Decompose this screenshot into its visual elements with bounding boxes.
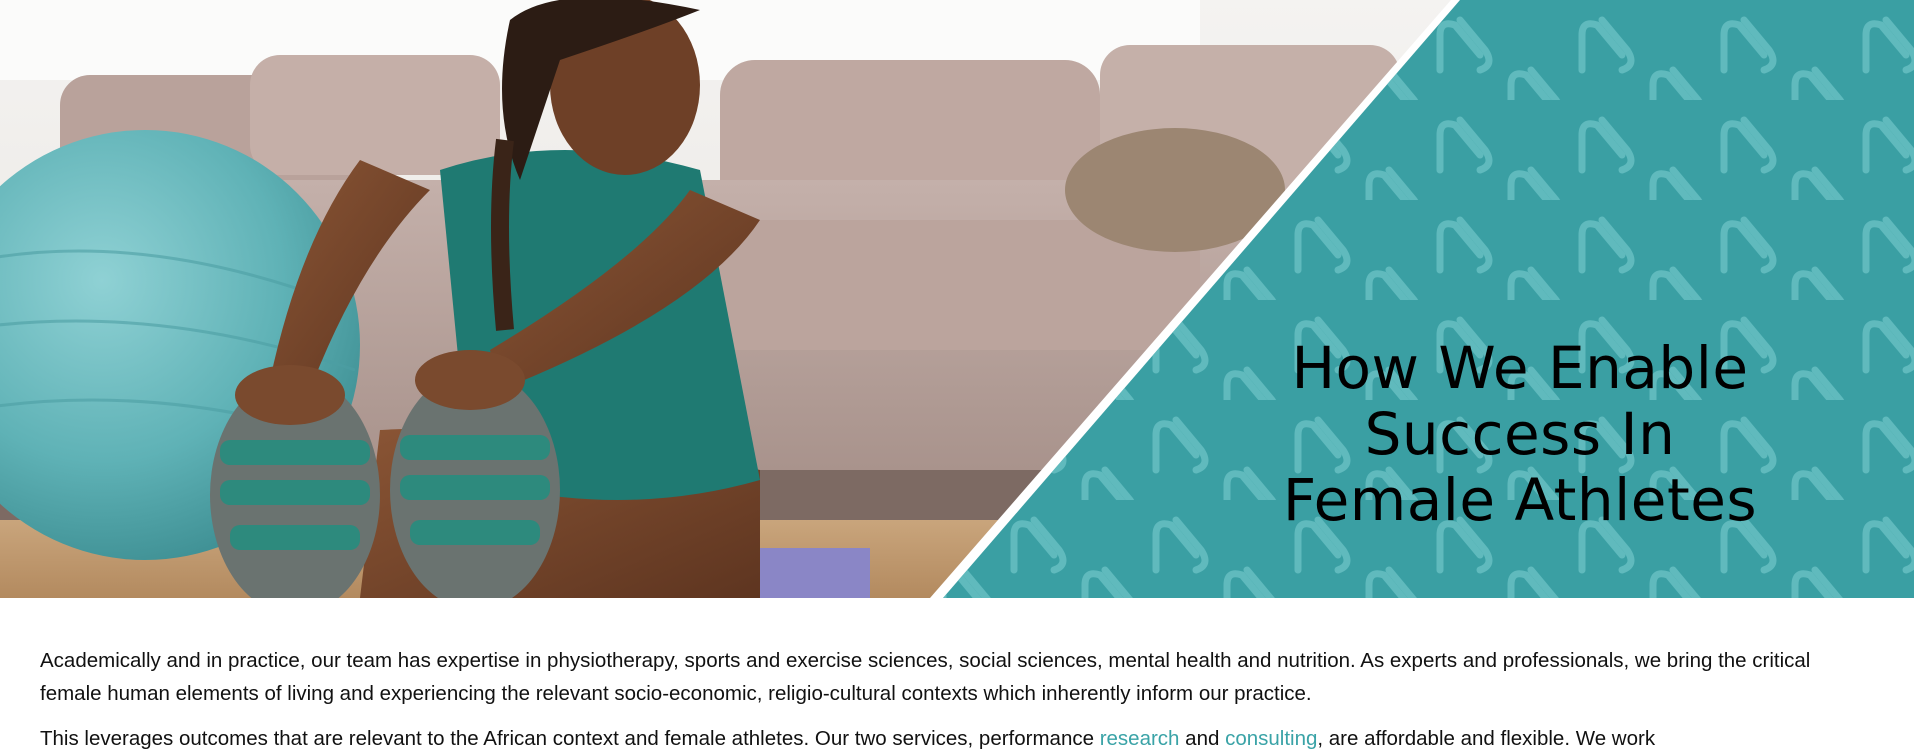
intro-content: Academically and in practice, our team h… (40, 644, 1840, 752)
consulting-link[interactable]: consulting (1225, 727, 1317, 750)
paragraph-2-text-mid: and (1179, 727, 1226, 750)
hero-title-line-1: How We Enable (1291, 334, 1749, 402)
hero-title: How We Enable Success In Female Athletes (1220, 335, 1820, 533)
hero-banner: How We Enable Success In Female Athletes (0, 0, 1914, 598)
paragraph-2-text-end: , are affordable and flexible. We work (1317, 727, 1656, 750)
page: How We Enable Success In Female Athletes… (0, 0, 1914, 752)
hero-title-line-3: Female Athletes (1282, 466, 1758, 534)
intro-paragraph-1: Academically and in practice, our team h… (40, 649, 1811, 705)
hero-title-line-2: Success In (1364, 400, 1676, 468)
intro-paragraph-2: This leverages outcomes that are relevan… (40, 722, 1840, 752)
paragraph-2-text-start: This leverages outcomes that are relevan… (40, 727, 1100, 750)
research-link[interactable]: research (1100, 727, 1180, 750)
